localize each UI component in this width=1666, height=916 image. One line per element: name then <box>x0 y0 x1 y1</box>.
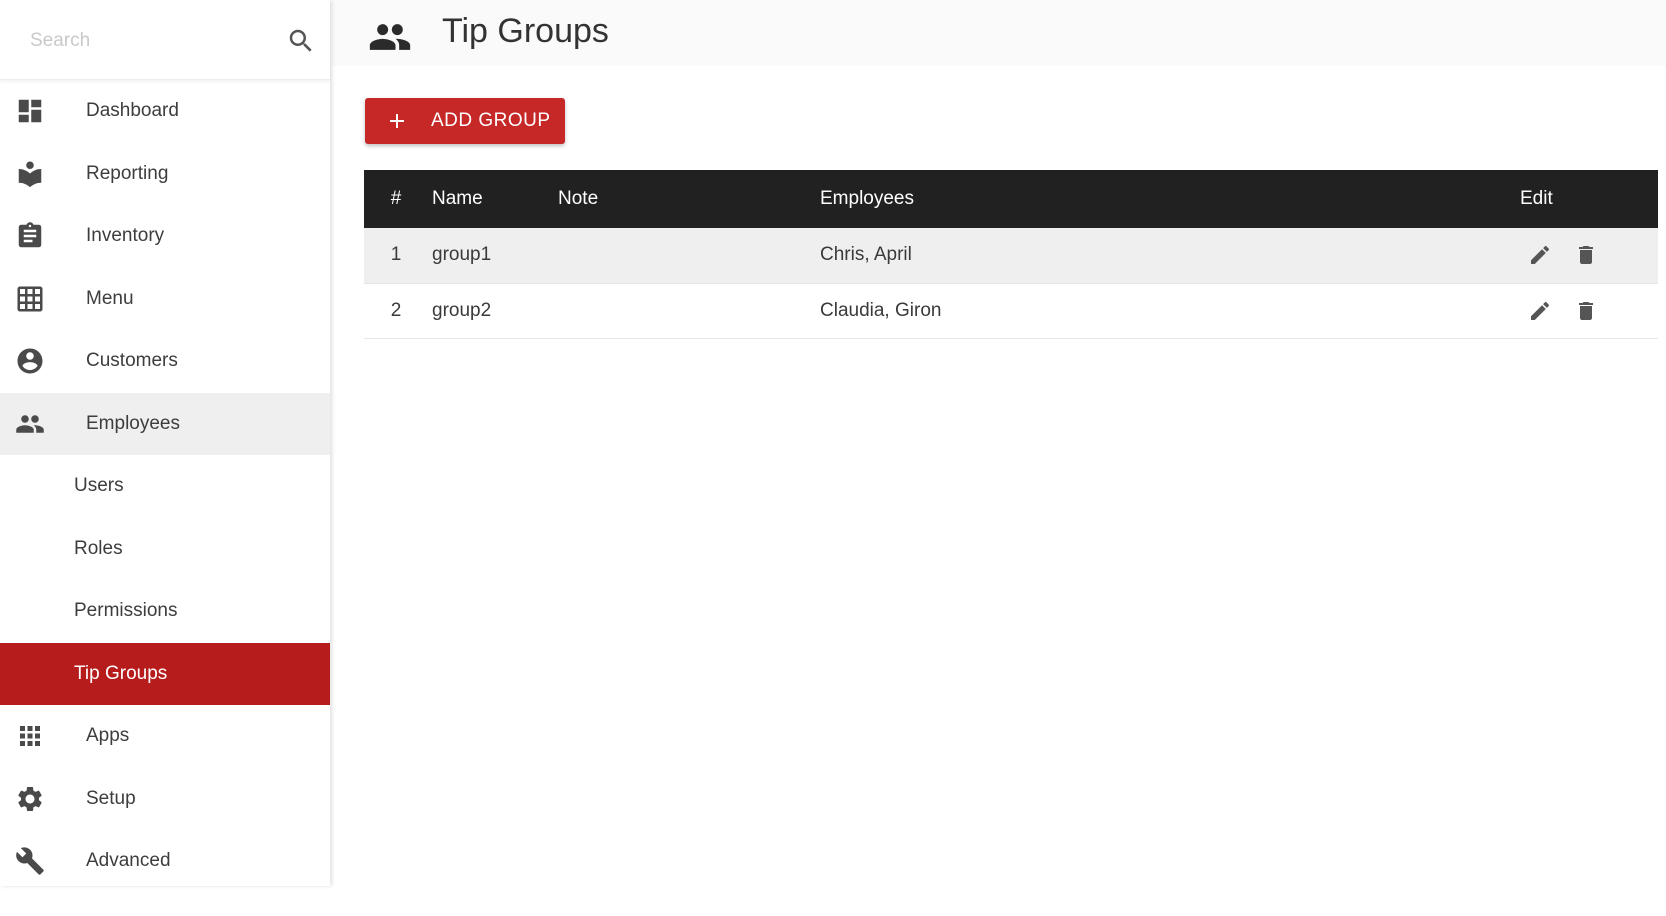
account-circle-icon <box>14 345 46 377</box>
sidebar-item-customers[interactable]: Customers <box>0 330 330 393</box>
row-employees: Chris, April <box>820 244 912 266</box>
sidebar-item-label: Employees <box>86 412 180 434</box>
add-group-button[interactable]: ADD GROUP <box>365 98 565 144</box>
sidebar-item-label: Permissions <box>74 600 178 622</box>
row-note <box>558 228 820 283</box>
row-actions <box>1520 283 1658 338</box>
plus-icon <box>385 109 409 133</box>
sidebar-item-inventory[interactable]: Inventory <box>0 205 330 268</box>
row-actions-group <box>1520 299 1658 323</box>
sidebar-subitem-users[interactable]: Users <box>0 455 330 518</box>
search-box <box>0 0 330 80</box>
grid-table-icon <box>14 283 46 315</box>
sidebar-item-menu[interactable]: Menu <box>0 268 330 331</box>
people-icon <box>368 20 412 54</box>
row-employees: Claudia, Giron <box>820 299 942 321</box>
book-open-icon <box>14 158 46 190</box>
sidebar-subitem-tip-groups[interactable]: Tip Groups <box>0 642 330 705</box>
column-header-name: Name <box>432 188 483 209</box>
row-number: 2 <box>390 299 402 321</box>
sidebar-nav: Dashboard Reporting Inventory Menu Custo… <box>0 80 330 893</box>
row-actions <box>1520 228 1658 283</box>
sidebar-subitem-roles[interactable]: Roles <box>0 518 330 581</box>
wrench-icon <box>14 845 46 877</box>
apps-grid-icon <box>14 720 46 752</box>
column-header-edit: Edit <box>1520 188 1553 209</box>
page-header: Tip Groups <box>332 0 1666 66</box>
table-header-row: # Name Note Employees Edit <box>364 170 1658 228</box>
sidebar-item-label: Reporting <box>86 162 169 184</box>
dashboard-icon <box>14 95 46 127</box>
table-row: 1 group1 Chris, April <box>364 228 1658 283</box>
sidebar-subitem-permissions[interactable]: Permissions <box>0 580 330 643</box>
sidebar-item-setup[interactable]: Setup <box>0 768 330 831</box>
column-header-note: Note <box>558 188 599 209</box>
row-name: group1 <box>432 244 492 266</box>
sidebar-item-dashboard[interactable]: Dashboard <box>0 80 330 143</box>
table-row: 2 group2 Claudia, Giron <box>364 283 1658 338</box>
sidebar-item-advanced[interactable]: Advanced <box>0 830 330 893</box>
row-name: group2 <box>432 299 492 321</box>
column-header-number: # <box>390 188 402 209</box>
sidebar-item-apps[interactable]: Apps <box>0 705 330 768</box>
clipboard-icon <box>14 220 46 252</box>
sidebar-item-label: Menu <box>86 287 134 309</box>
sidebar-item-label: Dashboard <box>86 100 179 122</box>
sidebar: Dashboard Reporting Inventory Menu Custo… <box>0 0 330 886</box>
search-icon[interactable] <box>286 26 316 56</box>
row-number: 1 <box>390 244 402 266</box>
gear-icon <box>14 783 46 815</box>
row-actions-group <box>1520 243 1658 267</box>
sidebar-item-employees[interactable]: Employees <box>0 392 330 455</box>
sidebar-item-label: Advanced <box>86 850 171 872</box>
sidebar-item-label: Inventory <box>86 225 165 247</box>
trash-icon[interactable] <box>1574 243 1598 267</box>
sidebar-item-label: Setup <box>86 787 136 809</box>
sidebar-item-label: Customers <box>86 350 178 372</box>
trash-icon[interactable] <box>1574 299 1598 323</box>
add-group-label: ADD GROUP <box>431 110 551 131</box>
search-input[interactable] <box>14 20 264 62</box>
people-icon <box>14 408 46 440</box>
sidebar-item-label: Users <box>74 475 124 497</box>
column-header-employees: Employees <box>820 188 914 209</box>
tip-groups-table: # Name Note Employees Edit 1 group1 Chri… <box>364 170 1658 339</box>
sidebar-item-label: Apps <box>86 725 130 747</box>
page-title: Tip Groups <box>442 12 609 50</box>
sidebar-item-label: Roles <box>74 537 123 559</box>
row-note <box>558 283 820 338</box>
pencil-icon[interactable] <box>1528 243 1552 267</box>
app-root: Dashboard Reporting Inventory Menu Custo… <box>0 0 1666 916</box>
pencil-icon[interactable] <box>1528 299 1552 323</box>
sidebar-item-label: Tip Groups <box>74 662 168 684</box>
sidebar-item-reporting[interactable]: Reporting <box>0 143 330 206</box>
